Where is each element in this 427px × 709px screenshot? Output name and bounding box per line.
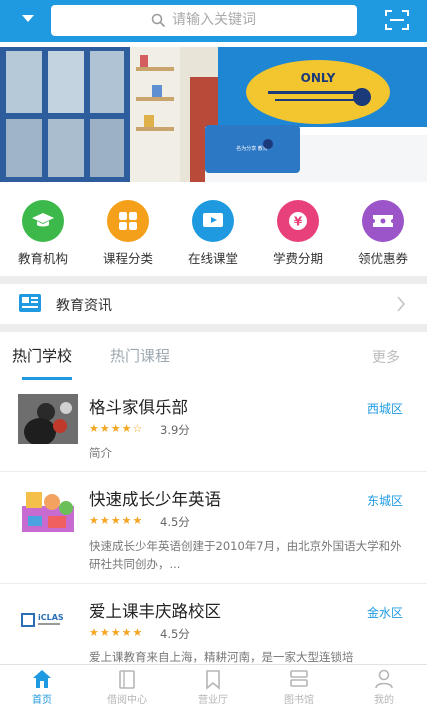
quick-item-coupons[interactable]: 领优惠券 — [351, 200, 415, 267]
graduation-cap-icon — [22, 200, 64, 242]
quick-item-label: 学费分期 — [272, 251, 323, 266]
quick-item-online-class[interactable]: 在线课堂 — [181, 200, 245, 267]
quick-item-institutions[interactable]: 教育机构 — [11, 200, 75, 267]
tab-hot-courses[interactable]: 热门课程 — [110, 346, 170, 366]
svg-text:¥: ¥ — [294, 215, 303, 229]
search-icon — [151, 13, 165, 27]
school-desc: 简介 — [89, 446, 112, 460]
nav-home[interactable]: 首页 — [12, 668, 72, 706]
library-icon — [290, 670, 308, 687]
scan-icon[interactable] — [385, 9, 409, 31]
school-desc: 快速成长少年英语创建于2010年7月，由北京外国语大学和外研社共同创办，... — [89, 539, 402, 571]
nav-label: 借阅中心 — [107, 695, 147, 706]
education-news-row[interactable]: 教育资讯 — [0, 284, 427, 324]
banner-sign-text: ONLY — [301, 71, 336, 85]
bookmark-icon — [206, 670, 220, 690]
app-screen: 请输入关键词 ONLY 名为分享 教育 教育机构 课程分类 在线课堂 ¥ 学费分… — [0, 0, 427, 709]
search-placeholder: 请输入关键词 — [172, 12, 256, 28]
search-input[interactable]: 请输入关键词 — [51, 5, 357, 36]
rating-score: 4.5分 — [160, 627, 190, 641]
more-link[interactable]: 更多 — [372, 347, 400, 367]
quick-item-course-categories[interactable]: 课程分类 — [96, 200, 160, 267]
school-thumbnail — [18, 394, 78, 444]
nav-label: 图书馆 — [284, 695, 314, 706]
play-icon — [192, 200, 234, 242]
banner-desk-text: 名为分享 教育 — [236, 145, 268, 152]
school-thumbnail — [18, 486, 78, 536]
nav-label: 首页 — [32, 695, 52, 706]
svg-text:iCLAS: iCLAS — [38, 613, 64, 622]
nav-label: 营业厅 — [198, 695, 228, 706]
quick-menu: 教育机构 课程分类 在线课堂 ¥ 学费分期 领优惠券 — [0, 182, 427, 276]
nav-profile[interactable]: 我的 — [354, 668, 414, 706]
rating-stars: ★★★★★ — [89, 626, 144, 639]
news-label: 教育资讯 — [56, 298, 112, 314]
school-card[interactable]: 格斗家俱乐部 ★★★★☆ 3.9分 简介 西城区 — [0, 382, 427, 472]
school-card[interactable]: 快速成长少年英语 ★★★★★ 4.5分 快速成长少年英语创建于2010年7月，由… — [0, 472, 427, 584]
nav-library[interactable]: 图书馆 — [269, 668, 329, 706]
school-card[interactable]: iCLAS 爱上课丰庆路校区 ★★★★★ 4.5分 爱上课教育来自上海，精耕河南… — [0, 584, 427, 674]
school-name: 爱上课丰庆路校区 — [89, 602, 221, 621]
district-tag[interactable]: 金水区 — [367, 604, 403, 621]
school-thumbnail: iCLAS — [18, 596, 78, 646]
home-icon — [33, 670, 51, 688]
tab-hot-schools[interactable]: 热门学校 — [12, 346, 72, 366]
rating-stars: ★★★★★ — [89, 514, 144, 527]
divider — [0, 276, 427, 284]
nav-borrow-center[interactable]: 借阅中心 — [97, 668, 157, 706]
news-icon — [19, 294, 41, 312]
school-name: 格斗家俱乐部 — [89, 398, 188, 417]
school-name: 快速成长少年英语 — [89, 490, 221, 509]
book-icon — [119, 670, 135, 689]
chevron-right-icon — [397, 296, 406, 312]
quick-item-tuition-installment[interactable]: ¥ 学费分期 — [266, 200, 330, 267]
quick-item-label: 在线课堂 — [187, 251, 238, 266]
active-tab-indicator — [22, 377, 72, 380]
ticket-icon — [362, 200, 404, 242]
yen-icon: ¥ — [277, 200, 319, 242]
user-icon — [375, 669, 393, 689]
rating-score: 3.9分 — [160, 423, 190, 437]
caret-down-icon[interactable] — [22, 15, 34, 22]
nav-label: 我的 — [374, 695, 394, 706]
school-course-tabs: 热门学校 热门课程 更多 — [0, 332, 427, 382]
nav-business-hall[interactable]: 营业厅 — [183, 668, 243, 706]
divider — [0, 324, 427, 332]
top-bar: 请输入关键词 — [0, 0, 427, 42]
grid-icon — [107, 200, 149, 242]
quick-item-label: 课程分类 — [102, 251, 153, 266]
district-tag[interactable]: 东城区 — [367, 492, 403, 509]
quick-item-label: 教育机构 — [17, 251, 68, 266]
rating-score: 4.5分 — [160, 515, 190, 529]
district-tag[interactable]: 西城区 — [367, 400, 403, 417]
rating-stars: ★★★★☆ — [89, 422, 144, 435]
banner-image[interactable]: ONLY 名为分享 教育 — [0, 47, 427, 182]
bottom-nav: 首页 借阅中心 营业厅 图书馆 我的 — [0, 664, 427, 709]
quick-item-label: 领优惠券 — [357, 251, 408, 266]
